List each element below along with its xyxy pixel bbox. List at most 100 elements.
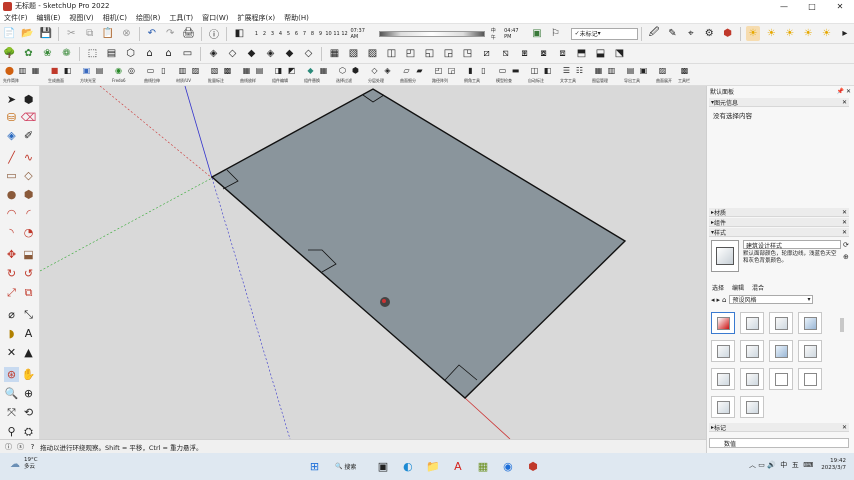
close-section-icon[interactable]: ✕ [842, 219, 847, 226]
plugin-i-icon[interactable]: ⧇ [536, 46, 551, 61]
plugin-icon[interactable]: ▮ [465, 65, 476, 76]
components-header[interactable]: ▸ 组件 ✕ [709, 218, 849, 227]
offset-tool-icon[interactable]: ⧉ [21, 285, 36, 300]
tray-pin-icon[interactable]: 📌 ✕ [837, 88, 851, 95]
style-library-select[interactable]: 预设风格 ▾ [729, 295, 814, 304]
plugin-icon[interactable]: ◨ [273, 65, 284, 76]
rotate-tool-icon[interactable]: ↻ [4, 266, 19, 281]
style-thumbnail[interactable] [769, 340, 793, 362]
style-thumbnail[interactable] [769, 368, 793, 390]
tag-tool-icon[interactable]: ◈ [4, 128, 19, 143]
app-icon[interactable]: ▦ [474, 458, 491, 475]
shadow-time-slider[interactable] [378, 30, 485, 37]
plugin-icon[interactable]: ▬ [510, 65, 521, 76]
orbit-tool-icon[interactable]: ⊛ [4, 367, 19, 382]
file-explorer-icon[interactable]: 📁 [424, 458, 441, 475]
shaded-style-icon[interactable]: ◈ [263, 46, 278, 61]
sun-icon-4[interactable]: ☀ [801, 26, 815, 41]
plugin-k-icon[interactable]: ⬒ [574, 46, 589, 61]
plugin-f-icon[interactable]: ⧄ [479, 46, 494, 61]
tape-measure-icon[interactable]: ⌀ [4, 307, 19, 322]
network-icon[interactable]: ▭ [758, 461, 765, 469]
plugin-icon[interactable]: ■ [49, 65, 60, 76]
style-thumbnail[interactable] [798, 368, 822, 390]
plant-icon-2[interactable]: ❀ [40, 46, 55, 61]
month-label[interactable]: 8 [309, 31, 317, 37]
plugin-icon[interactable]: ▯ [478, 65, 489, 76]
arc3-tool-icon[interactable]: ◝ [4, 225, 19, 240]
back-icon[interactable]: ◂ [711, 296, 715, 304]
monochrome-style-icon[interactable]: ◇ [301, 46, 316, 61]
eraser-icon[interactable]: ⌫ [21, 110, 37, 125]
pencil-tool-icon[interactable]: ✐ [21, 128, 36, 143]
style-thumbnail[interactable] [798, 312, 822, 334]
close-section-icon[interactable]: ✕ [842, 99, 847, 106]
plugin-icon[interactable]: ▥ [606, 65, 617, 76]
plugin-l-icon[interactable]: ⬓ [593, 46, 608, 61]
wireframe-style-icon[interactable]: ◇ [225, 46, 240, 61]
rotated-rect-icon[interactable]: ◇ [21, 168, 36, 183]
value-control-box[interactable]: 数值 [709, 438, 849, 448]
zoom-extents-icon[interactable]: ⤧ [4, 405, 19, 420]
plugin-icon[interactable]: ◉ [113, 65, 124, 76]
taskbar-search[interactable]: 🔍 搜索 [335, 462, 356, 471]
plugin-icon[interactable]: ◎ [126, 65, 137, 76]
protractor-icon[interactable]: ◗ [4, 326, 19, 341]
plugin-icon[interactable]: ⬢ [350, 65, 361, 76]
component-tool-icon[interactable]: ⬢ [21, 92, 36, 107]
scale-tool-icon[interactable]: ⤢ [4, 285, 19, 300]
print-icon[interactable]: 🖨 [181, 26, 195, 41]
save-icon[interactable]: 💾 [39, 26, 53, 41]
eyedropper-icon[interactable]: 🖉 [647, 26, 661, 41]
forward-icon[interactable]: ▸ [717, 296, 721, 304]
plugin-e-icon[interactable]: ◳ [460, 46, 475, 61]
plugin-icon[interactable]: ◈ [382, 65, 393, 76]
plugin-icon[interactable]: ▨ [657, 65, 668, 76]
plugin-icon[interactable]: ▦ [593, 65, 604, 76]
tags-header[interactable]: ▸ 标记 ✕ [709, 423, 849, 432]
paint-bucket-icon[interactable]: ⛁ [4, 110, 19, 125]
edge-browser-icon[interactable]: ◐ [399, 458, 416, 475]
close-button[interactable]: ✕ [826, 0, 854, 12]
plugin-icon[interactable]: ☷ [574, 65, 585, 76]
pie-tool-icon[interactable]: ◔ [21, 225, 36, 240]
weather-widget[interactable]: ☁ 19°C 多云 [10, 457, 38, 471]
follow-me-icon[interactable]: ↺ [21, 266, 36, 281]
previous-view-icon[interactable]: ⟲ [21, 405, 36, 420]
ime-mode-indicator[interactable]: 五 [792, 460, 799, 470]
menu-file[interactable]: 文件(F) [4, 13, 28, 23]
new-style-icon[interactable]: ⊕ [843, 253, 849, 261]
shadow-toggle-icon[interactable]: ◧ [232, 26, 246, 41]
plugin-icon[interactable]: ◲ [446, 65, 457, 76]
dimension-tool-icon[interactable]: ⤡ [21, 307, 36, 322]
plugin-d-icon[interactable]: ◲ [441, 46, 456, 61]
section-cut-icon[interactable]: ▧ [346, 46, 361, 61]
plugin-icon[interactable]: ◧ [542, 65, 553, 76]
plugin-icon[interactable]: ◇ [369, 65, 380, 76]
month-label[interactable]: 4 [277, 31, 285, 37]
plugin-icon[interactable]: ▥ [17, 65, 28, 76]
textured-style-icon[interactable]: ◆ [282, 46, 297, 61]
plugin-m-icon[interactable]: ⬔ [612, 46, 627, 61]
tab-edit[interactable]: 编辑 [732, 283, 744, 292]
start-icon[interactable]: ⊞ [306, 458, 323, 475]
scene-icon[interactable]: ▣ [530, 26, 544, 41]
style-thumbnail[interactable] [711, 396, 735, 418]
sun-icon-5[interactable]: ☀ [819, 26, 833, 41]
text-tool-icon[interactable]: A [21, 326, 36, 341]
month-label[interactable]: 3 [269, 31, 277, 37]
freehand-tool-icon[interactable]: ∿ [21, 150, 36, 165]
model-viewport[interactable] [40, 86, 706, 439]
undo-icon[interactable]: ↶ [145, 26, 159, 41]
arc-tool-icon[interactable]: ◠ [4, 206, 19, 221]
plugin-icon[interactable]: ▤ [625, 65, 636, 76]
plugin-j-icon[interactable]: ⧈ [555, 46, 570, 61]
tape-icon[interactable]: ⌖ [684, 26, 698, 41]
plugin-a-icon[interactable]: ◫ [384, 46, 399, 61]
plugin-icon[interactable]: ⬤ [4, 65, 15, 76]
plugin-icon[interactable]: ▭ [145, 65, 156, 76]
credits-icon[interactable]: ⓢ [16, 442, 25, 451]
menu-edit[interactable]: 编辑(E) [37, 13, 61, 23]
style-name-field[interactable]: 建筑设计样式 [743, 240, 841, 250]
pan-tool-icon[interactable]: ✋ [21, 367, 36, 382]
